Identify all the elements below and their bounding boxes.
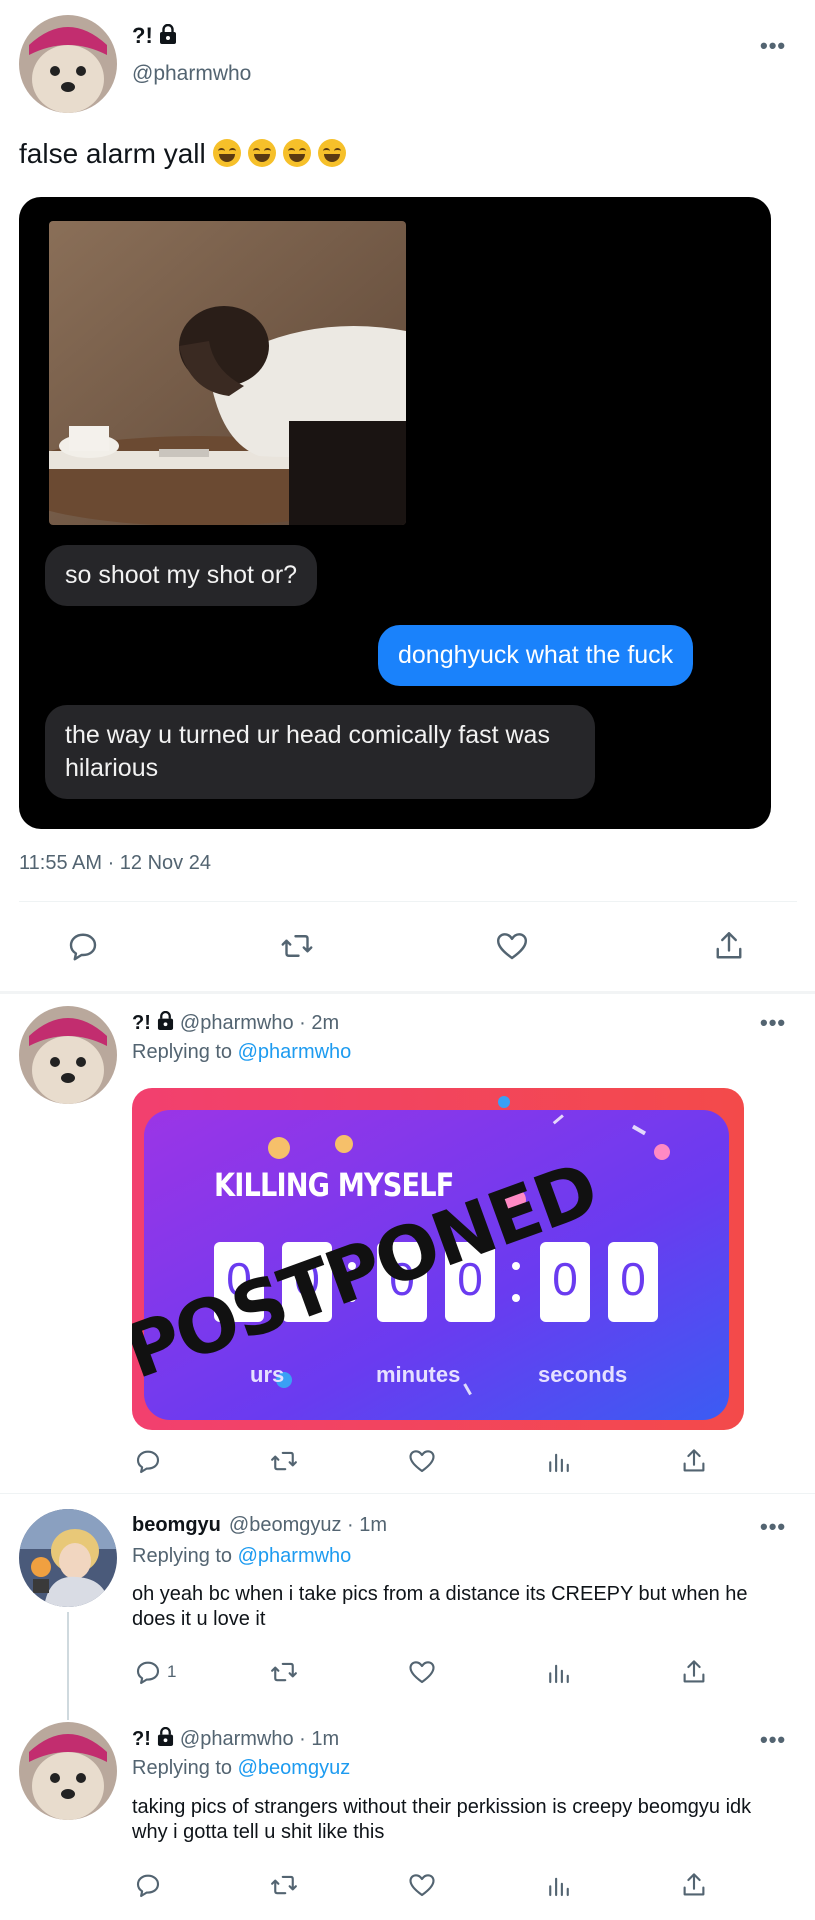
mention-link[interactable]: @beomgyuz [238, 1757, 351, 1779]
laughing-emoji-icon [212, 139, 241, 167]
replying-to: Replying to @beomgyuz [132, 1757, 350, 1780]
heart-icon[interactable] [407, 1870, 437, 1900]
tweet-text: taking pics of strangers without their p… [132, 1796, 752, 1843]
share-icon[interactable] [679, 1870, 709, 1900]
heart-icon[interactable] [494, 928, 530, 964]
lock-icon [159, 23, 177, 49]
timer-digit: 0 [620, 1253, 646, 1305]
more-icon[interactable]: ••• [760, 33, 786, 59]
heart-icon[interactable] [407, 1446, 437, 1476]
share-icon[interactable] [711, 928, 747, 964]
analytics-icon[interactable] [544, 1870, 574, 1900]
timer-digit: 0 [552, 1253, 578, 1305]
laughing-emoji-icon [282, 139, 311, 167]
message-bubble-received: so shoot my shot or? [45, 545, 318, 606]
analytics-icon[interactable] [544, 1657, 574, 1687]
reply-count: 1 [167, 1662, 177, 1681]
tweet-timestamp[interactable]: 11:55 AM · 12 Nov 24 [19, 852, 211, 875]
retweet-icon[interactable] [269, 1446, 299, 1476]
timer-label: minutes [376, 1362, 461, 1387]
lock-icon [157, 1010, 174, 1035]
share-icon[interactable] [679, 1657, 709, 1687]
display-name[interactable]: ?! [132, 23, 153, 49]
meme-title: KILLING MYSELF [214, 1166, 454, 1204]
tweet-media[interactable]: KILLING MYSELF 0 0 0 0 0 0 urs minutes s… [132, 1088, 744, 1430]
replying-to-prefix: Replying to [132, 1757, 233, 1779]
replying-to-prefix: Replying to [132, 1041, 233, 1063]
thread-line [67, 1612, 69, 1720]
laughing-emoji-icon [317, 139, 346, 167]
mention-link[interactable]: @pharmwho [238, 1545, 352, 1567]
tweet-media[interactable]: so shoot my shot or? donghyuck what the … [19, 197, 771, 829]
retweet-icon[interactable] [269, 1657, 299, 1687]
username[interactable]: @pharmwho [132, 62, 251, 86]
tweet-text: false alarm yall [19, 138, 346, 170]
divider [19, 901, 797, 902]
section-divider [0, 991, 815, 994]
divider [0, 1493, 815, 1494]
username-time[interactable]: @pharmwho · 2m [180, 1012, 339, 1035]
retweet-icon[interactable] [279, 928, 315, 964]
laughing-emoji-icon [247, 139, 276, 167]
reply-icon[interactable]: 1 [133, 1657, 176, 1687]
avatar[interactable] [19, 1509, 117, 1607]
avatar[interactable] [19, 1006, 117, 1104]
timer-label: urs [250, 1362, 285, 1387]
more-icon[interactable]: ••• [760, 1727, 786, 1753]
analytics-icon[interactable] [544, 1446, 574, 1476]
timer-label: seconds [538, 1362, 628, 1387]
heart-icon[interactable] [407, 1657, 437, 1687]
username-time[interactable]: @beomgyuz · 1m [229, 1514, 387, 1537]
more-icon[interactable]: ••• [760, 1010, 786, 1036]
tweet-text: oh yeah bc when i take pics from a dista… [132, 1583, 748, 1630]
display-name[interactable]: beomgyu [132, 1514, 221, 1537]
replying-to-prefix: Replying to [132, 1545, 233, 1567]
display-name[interactable]: ?! [132, 1012, 151, 1035]
replying-to: Replying to @pharmwho [132, 1041, 351, 1064]
photo-image [49, 221, 406, 525]
retweet-icon[interactable] [269, 1870, 299, 1900]
reply-icon[interactable] [133, 1446, 163, 1476]
tweet-text-content: false alarm yall [19, 138, 206, 169]
lock-icon [157, 1726, 174, 1751]
more-icon[interactable]: ••• [760, 1514, 786, 1540]
reply-icon[interactable] [133, 1870, 163, 1900]
username-time[interactable]: @pharmwho · 1m [180, 1728, 339, 1751]
mention-link[interactable]: @pharmwho [238, 1041, 352, 1063]
avatar[interactable] [19, 1722, 117, 1820]
message-bubble-received: the way u turned ur head comically fast … [45, 705, 595, 799]
display-name[interactable]: ?! [132, 1728, 151, 1751]
share-icon[interactable] [679, 1446, 709, 1476]
replying-to: Replying to @pharmwho [132, 1545, 351, 1568]
message-bubble-sent: donghyuck what the fuck [378, 625, 694, 686]
avatar[interactable] [19, 15, 117, 113]
reply-icon[interactable] [65, 928, 101, 964]
